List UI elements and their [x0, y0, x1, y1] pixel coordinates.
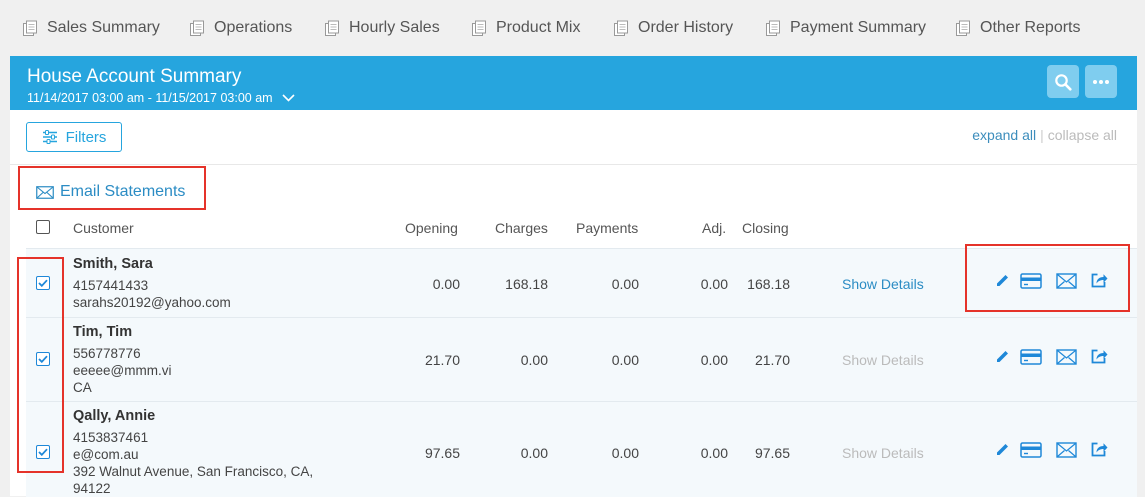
report-icon: [956, 20, 970, 36]
tab-product-mix[interactable]: Product Mix: [471, 17, 580, 39]
edit-button[interactable]: [993, 442, 1011, 457]
column-header-customer: Customer: [73, 220, 134, 236]
credit-card-icon: [1020, 441, 1042, 458]
filters-label: Filters: [65, 128, 107, 146]
highlight-box-row-checkboxes: [17, 257, 64, 473]
chevron-down-icon: [281, 94, 295, 102]
tab-other-reports[interactable]: Other Reports: [955, 17, 1080, 39]
payment-card-button[interactable]: [1019, 441, 1043, 458]
tab-label: Payment Summary: [790, 19, 927, 36]
row-actions: [993, 441, 1109, 458]
tab-label: Sales Summary: [47, 19, 160, 36]
customer-zip: 94122: [73, 481, 111, 496]
filters-button[interactable]: Filters: [26, 122, 122, 152]
customer-email: e@com.au: [73, 447, 139, 462]
highlight-box-email-statements: [18, 166, 206, 210]
report-icon: [23, 20, 37, 36]
panel-header: House Account Summary 11/14/2017 03:00 a…: [10, 56, 1137, 110]
opening-value: 97.65: [424, 445, 460, 461]
report-nav: Sales Summary Operations Hourly Sales Pr…: [0, 0, 1145, 56]
report-icon: [325, 20, 339, 36]
opening-value: 21.70: [424, 352, 460, 368]
report-icon: [472, 20, 486, 36]
charges-value: 0.00: [520, 445, 548, 461]
email-button[interactable]: [1055, 348, 1077, 365]
share-icon: [1091, 442, 1108, 457]
customer-address: 392 Walnut Avenue, San Francisco, CA,: [73, 464, 314, 479]
report-icon: [190, 20, 204, 36]
report-icon: [766, 20, 780, 36]
share-icon: [1091, 349, 1108, 364]
customer-phone: 4157441433: [73, 278, 149, 293]
show-details-link[interactable]: Show Details: [842, 276, 924, 292]
report-icon: [614, 20, 628, 36]
column-header-adj: Adj.: [702, 220, 727, 236]
closing-value: 97.65: [754, 445, 790, 461]
envelope-icon: [1055, 441, 1077, 458]
pencil-icon: [996, 444, 1008, 455]
select-all-checkbox[interactable]: [36, 220, 50, 234]
payments-value: 0.00: [611, 352, 639, 368]
customer-name: Smith, Sara: [73, 256, 153, 272]
closing-value: 168.18: [747, 276, 790, 292]
tab-operations[interactable]: Operations: [189, 17, 292, 39]
more-icon: [1093, 79, 1109, 84]
payments-value: 0.00: [611, 276, 639, 292]
tab-label: Product Mix: [496, 19, 581, 36]
customer-email: eeeee@mmm.vi: [73, 363, 172, 378]
expand-all-link[interactable]: expand all: [972, 127, 1036, 143]
search-button[interactable]: [1047, 65, 1079, 98]
tab-order-history[interactable]: Order History: [613, 17, 733, 39]
table-row: Qally, Annie 4153837461 e@com.au 392 Wal…: [26, 401, 1137, 497]
envelope-icon: [1055, 348, 1077, 365]
tab-label: Order History: [638, 19, 734, 36]
date-range-selector[interactable]: 11/14/2017 03:00 am - 11/15/2017 03:00 a…: [27, 91, 295, 105]
filters-icon: [42, 130, 57, 144]
customer-phone: 4153837461: [73, 430, 149, 445]
date-range-label: 11/14/2017 03:00 am - 11/15/2017 03:00 a…: [27, 91, 273, 105]
column-header-closing: Closing: [742, 220, 789, 236]
adj-value: 0.00: [700, 352, 728, 368]
export-button[interactable]: [1089, 348, 1109, 365]
payments-value: 0.00: [611, 445, 639, 461]
expand-collapse-controls: expand all | collapse all: [972, 127, 1117, 143]
tab-payment-summary[interactable]: Payment Summary: [765, 17, 926, 39]
payment-card-button[interactable]: [1019, 348, 1043, 365]
more-options-button[interactable]: [1085, 65, 1117, 98]
show-details-link[interactable]: Show Details: [842, 352, 924, 368]
collapse-all-link[interactable]: collapse all: [1048, 127, 1117, 143]
separator: |: [1040, 127, 1044, 143]
email-button[interactable]: [1055, 441, 1077, 458]
customer-name: Tim, Tim: [73, 324, 133, 340]
search-icon: [1055, 73, 1072, 91]
tab-sales-summary[interactable]: Sales Summary: [22, 17, 160, 39]
customer-phone: 556778776: [73, 346, 141, 361]
export-button[interactable]: [1089, 441, 1109, 458]
customer-email: sarahs20192@yahoo.com: [73, 295, 231, 310]
charges-value: 168.18: [505, 276, 548, 292]
column-header-charges: Charges: [495, 220, 548, 236]
adj-value: 0.00: [700, 445, 728, 461]
table-row: Tim, Tim 556778776 eeeee@mmm.vi CA 21.70…: [26, 317, 1137, 402]
edit-button[interactable]: [993, 349, 1011, 364]
closing-value: 21.70: [754, 352, 790, 368]
charges-value: 0.00: [520, 352, 548, 368]
credit-card-icon: [1020, 348, 1042, 365]
opening-value: 0.00: [432, 276, 460, 292]
customer-name: Qally, Annie: [73, 408, 156, 424]
adj-value: 0.00: [700, 276, 728, 292]
column-header-payments: Payments: [576, 220, 639, 236]
tab-hourly-sales[interactable]: Hourly Sales: [324, 17, 440, 39]
tab-label: Operations: [214, 19, 293, 36]
highlight-box-row-actions: [965, 244, 1130, 312]
column-header-opening: Opening: [405, 220, 458, 236]
tab-label: Hourly Sales: [349, 19, 440, 36]
customer-address: CA: [73, 380, 92, 395]
divider: [10, 164, 1137, 165]
show-details-link[interactable]: Show Details: [842, 445, 924, 461]
page-title: House Account Summary: [27, 66, 242, 87]
row-actions: [993, 348, 1109, 365]
pencil-icon: [996, 351, 1008, 362]
tab-label: Other Reports: [980, 19, 1081, 36]
